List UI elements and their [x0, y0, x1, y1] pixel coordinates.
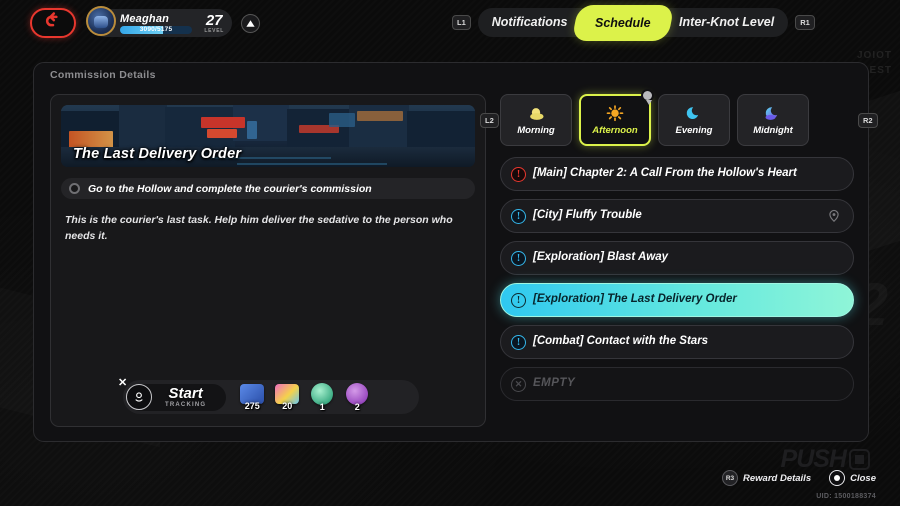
commission-list: ! [Main] Chapter 2: A Call From the Holl… [500, 157, 854, 401]
commission-list-item-city[interactable]: ! [City] Fluffy Trouble [500, 199, 854, 233]
player-level-label: LEVEL [204, 27, 224, 34]
reward-qty: 2 [354, 401, 360, 412]
commission-banner-title: The Last Delivery Order [73, 146, 242, 162]
panel-title: Commission Details [50, 69, 156, 81]
reward-item[interactable]: 1 [309, 382, 335, 412]
commission-label: [City] Fluffy Trouble [533, 209, 642, 222]
reward-details-label: Reward Details [743, 472, 812, 484]
commission-detail-card: The Last Delivery Order Go to the Hollow… [50, 94, 486, 427]
selected-quest-icon: ! [511, 292, 526, 308]
current-time-marker-icon [641, 89, 654, 105]
start-button-text: Start TRACKING [165, 386, 206, 408]
reward-qty: 1 [319, 401, 325, 412]
player-level-value: 27 [205, 11, 223, 29]
map-pin-icon[interactable] [827, 209, 841, 223]
reward-list: 275 20 1 2 [239, 382, 370, 412]
reward-qty: 20 [282, 400, 293, 411]
commission-panel: Commission Details The Last Delivery Ord… [33, 62, 878, 442]
commission-list-item-empty: ✕ EMPTY [500, 367, 854, 401]
objective-circle-icon [69, 183, 80, 194]
reward-qty: 275 [244, 400, 260, 411]
reward-item[interactable]: 2 [344, 382, 370, 412]
player-profile[interactable]: Meaghan 3090/5175 27 LEVEL [86, 6, 232, 37]
commission-label: [Exploration] The Last Delivery Order [533, 293, 737, 306]
start-bar: ✕ Start TRACKING 275 20 1 2 [118, 377, 419, 414]
shoulder-button-l1[interactable]: L1 [452, 15, 471, 30]
r3-key-icon: R3 [722, 470, 738, 486]
tab-schedule[interactable]: Schedule [571, 4, 675, 41]
triangle-badge-icon[interactable] [241, 13, 260, 33]
navigation-tabs: L1 Notifications Schedule Inter-Knot Lev… [452, 4, 815, 41]
midnight-moon-icon [763, 104, 783, 122]
side-quest-icon: ! [511, 208, 526, 224]
close-action[interactable]: Close [829, 470, 876, 486]
objective-row: Go to the Hollow and complete the courie… [61, 178, 475, 199]
start-sub-label: TRACKING [165, 401, 207, 408]
commission-list-item-blast-away[interactable]: ! [Exploration] Blast Away [500, 241, 854, 275]
objective-text: Go to the Hollow and complete the courie… [88, 182, 372, 195]
time-of-day-morning[interactable]: Morning [500, 94, 572, 146]
commission-banner-image: The Last Delivery Order [61, 105, 475, 167]
main-quest-icon: ! [511, 166, 526, 182]
back-arrow-icon [43, 11, 63, 36]
back-button[interactable] [30, 8, 76, 38]
reward-item[interactable]: 275 [239, 383, 265, 411]
close-x-icon[interactable]: ✕ [118, 376, 127, 389]
shoulder-button-l2[interactable]: L2 [480, 113, 499, 128]
tab-notifications[interactable]: Notifications [478, 8, 582, 37]
commission-list-item-main[interactable]: ! [Main] Chapter 2: A Call From the Holl… [500, 157, 854, 191]
commission-description: This is the courier's last task. Help hi… [65, 214, 453, 242]
start-label: Start [168, 385, 203, 403]
time-of-day-label: Afternoon [592, 125, 638, 136]
close-circle-icon [829, 470, 846, 486]
empty-slot-icon: ✕ [511, 376, 526, 392]
tab-inter-knot-level[interactable]: Inter-Knot Level [665, 8, 788, 37]
commission-label: [Exploration] Blast Away [533, 251, 669, 264]
time-of-day-label: Midnight [753, 125, 793, 136]
time-of-day-label: Evening [675, 125, 713, 136]
commission-label: [Main] Chapter 2: A Call From the Hollow… [533, 167, 797, 180]
time-of-day-label: Morning [517, 125, 555, 136]
afternoon-sun-icon [605, 104, 625, 122]
schedule-column: L2 Morning Afternoon Evening Midnight R2… [480, 89, 878, 401]
tab-strip: Notifications Schedule Inter-Knot Level [477, 4, 789, 41]
xp-bar: 3090/5175 [120, 25, 192, 34]
player-name: Meaghan [120, 12, 170, 25]
xp-text: 3090/5175 [139, 26, 173, 33]
time-of-day-midnight[interactable]: Midnight [737, 94, 809, 146]
side-quest-icon: ! [511, 334, 526, 350]
morning-sun-icon [526, 104, 546, 122]
player-level: 27 LEVEL [196, 13, 224, 34]
bottom-action-bar: R3 Reward Details Close [722, 470, 876, 486]
reward-item[interactable]: 20 [274, 383, 300, 411]
shoulder-button-r1[interactable]: R1 [795, 15, 815, 30]
shoulder-button-r2[interactable]: R2 [858, 113, 878, 128]
tab-schedule-label: Schedule [595, 15, 652, 30]
time-of-day-evening[interactable]: Evening [658, 94, 730, 146]
side-quest-icon: ! [511, 250, 526, 266]
commission-label: EMPTY [533, 377, 576, 390]
user-id-text: UID: 1500188374 [816, 493, 876, 500]
time-of-day-afternoon[interactable]: Afternoon [579, 89, 654, 146]
evening-moon-icon [684, 104, 704, 122]
time-of-day-selector: L2 Morning Afternoon Evening Midnight R2 [480, 89, 878, 146]
commission-list-item-combat[interactable]: ! [Combat] Contact with the Stars [500, 325, 854, 359]
close-label: Close [850, 472, 876, 484]
commission-list-item-selected[interactable]: ! [Exploration] The Last Delivery Order [500, 283, 854, 317]
start-button[interactable]: Start TRACKING [126, 383, 227, 411]
reward-details-action[interactable]: R3 Reward Details [722, 470, 811, 486]
location-pin-icon [126, 384, 152, 410]
commission-label: [Combat] Contact with the Stars [533, 335, 709, 348]
avatar [86, 6, 116, 36]
